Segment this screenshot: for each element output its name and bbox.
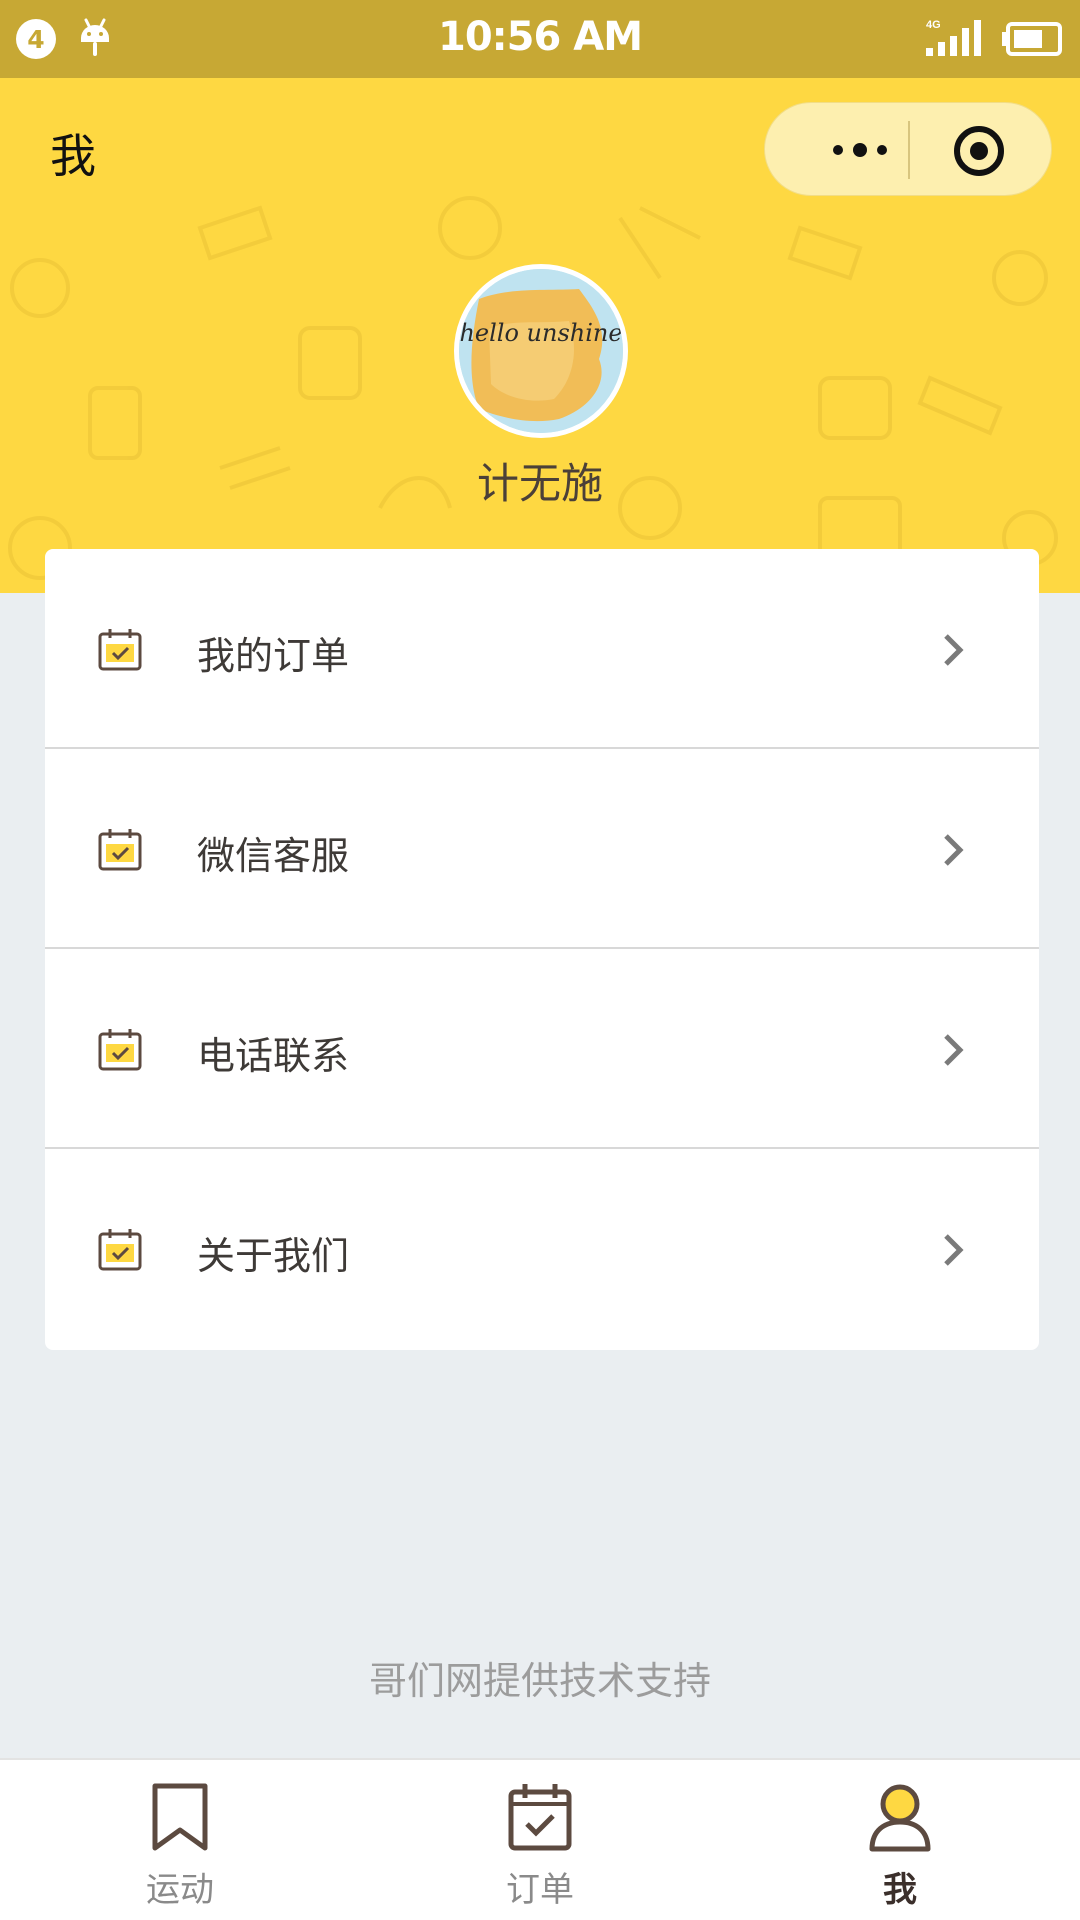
tab-label: 我 [883, 1870, 917, 1910]
menu-item-label: 微信客服 [197, 834, 350, 878]
menu-item-label: 我的订单 [197, 634, 350, 678]
calendar-check-icon [98, 1229, 142, 1271]
status-time: 10:56 AM [437, 14, 643, 60]
battery-icon [1002, 22, 1062, 56]
profile-header: 我 hello unshine 计无施 [0, 78, 1080, 593]
chevron-right-icon [944, 1234, 964, 1266]
miniprogram-capsule [764, 102, 1052, 196]
avatar-image: hello unshine [459, 269, 623, 433]
menu-item-my-orders[interactable]: 我的订单 [45, 549, 1039, 749]
page-title: 我 [50, 129, 96, 183]
tab-label: 订单 [506, 1870, 574, 1910]
more-button[interactable] [805, 103, 915, 197]
menu-item-about-us[interactable]: 关于我们 [45, 1149, 1039, 1349]
capsule-divider [908, 121, 910, 179]
avatar[interactable]: hello unshine [454, 264, 628, 438]
more-dots-icon [833, 143, 887, 157]
chevron-right-icon [944, 634, 964, 666]
bookmark-icon [152, 1783, 208, 1851]
user-icon [869, 1784, 931, 1852]
screen: 4 10:56 AM 4G 我 hello unshine 计无施 我的订单 微… [0, 0, 1080, 1920]
chevron-right-icon [944, 834, 964, 866]
network-type: 4G [926, 19, 941, 31]
tab-orders[interactable]: 订单 [440, 1760, 640, 1920]
chevron-right-icon [944, 1034, 964, 1066]
menu-item-label: 关于我们 [197, 1234, 350, 1278]
menu-item-wechat-service[interactable]: 微信客服 [45, 749, 1039, 949]
tech-support-note: 哥们网提供技术支持 [368, 1659, 711, 1703]
calendar-check-icon [98, 829, 142, 871]
menu-item-phone-contact[interactable]: 电话联系 [45, 949, 1039, 1149]
calendar-check-icon [98, 629, 142, 671]
tab-label: 运动 [146, 1870, 214, 1910]
calendar-check-icon [98, 1029, 142, 1071]
calendar-check-icon [508, 1784, 572, 1851]
tab-sports[interactable]: 运动 [80, 1760, 280, 1920]
tab-me[interactable]: 我 [800, 1760, 1000, 1920]
close-miniprogram-button[interactable] [953, 125, 1005, 177]
username: 计无施 [476, 459, 603, 508]
status-bar: 4 10:56 AM 4G [0, 0, 1080, 78]
avatar-text: hello unshine [459, 319, 622, 347]
menu-card: 我的订单 微信客服 电话联系 关于我们 [45, 549, 1039, 1350]
menu-item-label: 电话联系 [197, 1034, 350, 1078]
tab-bar: 运动 订单 我 [0, 1758, 1080, 1920]
signal-icon: 4G [926, 19, 981, 56]
